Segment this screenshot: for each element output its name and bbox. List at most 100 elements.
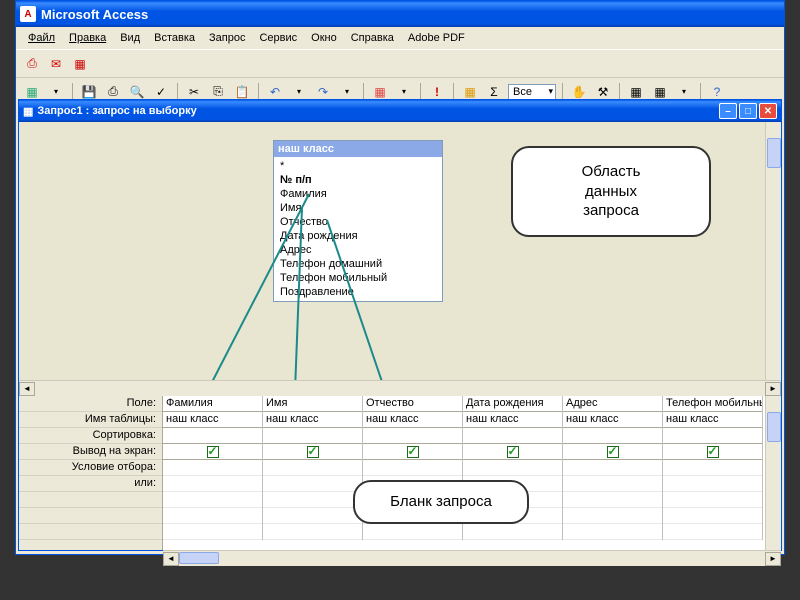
show-cell[interactable]: [163, 444, 262, 460]
table-cell[interactable]: наш класс: [663, 412, 762, 428]
scrollbar-track[interactable]: [35, 382, 765, 396]
or-cell[interactable]: [563, 476, 662, 492]
checkbox-icon[interactable]: [407, 446, 419, 458]
criteria-cell[interactable]: [463, 460, 562, 476]
top-values-combo[interactable]: Все: [508, 84, 556, 100]
menu-insert[interactable]: Вставка: [148, 30, 201, 46]
field-item[interactable]: Телефон домашний: [274, 257, 442, 271]
field-cell[interactable]: Имя: [263, 396, 362, 412]
field-cell[interactable]: Телефон мобильны: [663, 396, 762, 412]
criteria-cell[interactable]: [363, 460, 462, 476]
pdf-icon-3[interactable]: ▦: [70, 54, 90, 74]
checkbox-icon[interactable]: [607, 446, 619, 458]
empty-cell[interactable]: [663, 524, 762, 540]
grid-column[interactable]: Имянаш класс: [263, 396, 363, 540]
empty-cell[interactable]: [263, 508, 362, 524]
show-cell[interactable]: [463, 444, 562, 460]
checkbox-icon[interactable]: [507, 446, 519, 458]
empty-cell[interactable]: [563, 508, 662, 524]
pdf-icon[interactable]: ⎙: [22, 54, 42, 74]
or-cell[interactable]: [663, 476, 762, 492]
table-cell[interactable]: наш класс: [263, 412, 362, 428]
field-item[interactable]: *: [274, 159, 442, 173]
scroll-left-icon[interactable]: ◄: [19, 382, 35, 396]
field-cell[interactable]: Отчество: [363, 396, 462, 412]
menu-tools[interactable]: Сервис: [253, 30, 303, 46]
table-cell[interactable]: наш класс: [463, 412, 562, 428]
lower-horizontal-scrollbar[interactable]: ◄ ►: [163, 550, 781, 566]
empty-cell[interactable]: [163, 508, 262, 524]
menu-query[interactable]: Запрос: [203, 30, 251, 46]
vertical-scrollbar[interactable]: [765, 122, 781, 380]
separator: [363, 83, 364, 101]
menu-adobe[interactable]: Adobe PDF: [402, 30, 471, 46]
scrollbar-thumb[interactable]: [179, 552, 219, 564]
menu-file[interactable]: Файл: [22, 30, 61, 46]
field-item[interactable]: Отчество: [274, 215, 442, 229]
criteria-cell[interactable]: [663, 460, 762, 476]
empty-cell[interactable]: [463, 524, 562, 540]
show-cell[interactable]: [563, 444, 662, 460]
field-item[interactable]: Фамилия: [274, 187, 442, 201]
empty-cell[interactable]: [663, 508, 762, 524]
show-cell[interactable]: [663, 444, 762, 460]
menu-view[interactable]: Вид: [114, 30, 146, 46]
grid-column[interactable]: Телефон мобильнынаш класс: [663, 396, 763, 540]
field-item[interactable]: № п/п: [274, 173, 442, 187]
sort-cell[interactable]: [463, 428, 562, 444]
table-cell[interactable]: наш класс: [563, 412, 662, 428]
field-cell[interactable]: Фамилия: [163, 396, 262, 412]
close-button[interactable]: ✕: [759, 103, 777, 119]
menu-window[interactable]: Окно: [305, 30, 343, 46]
or-cell[interactable]: [263, 476, 362, 492]
menu-edit[interactable]: Правка: [63, 30, 112, 46]
sort-cell[interactable]: [563, 428, 662, 444]
scroll-left-icon[interactable]: ◄: [163, 552, 179, 566]
sort-cell[interactable]: [263, 428, 362, 444]
criteria-cell[interactable]: [563, 460, 662, 476]
empty-cell[interactable]: [163, 492, 262, 508]
show-cell[interactable]: [263, 444, 362, 460]
empty-cell[interactable]: [263, 492, 362, 508]
grid-column[interactable]: Фамилиянаш класс: [163, 396, 263, 540]
scrollbar-thumb[interactable]: [767, 412, 781, 442]
criteria-cell[interactable]: [163, 460, 262, 476]
scrollbar-thumb[interactable]: [767, 138, 781, 168]
field-item[interactable]: Поздравление: [274, 285, 442, 299]
field-item[interactable]: Адрес: [274, 243, 442, 257]
scroll-right-icon[interactable]: ►: [765, 382, 781, 396]
table-cell[interactable]: наш класс: [363, 412, 462, 428]
scrollbar-track[interactable]: [179, 552, 765, 566]
sort-cell[interactable]: [363, 428, 462, 444]
field-item[interactable]: Телефон мобильный: [274, 271, 442, 285]
empty-cell[interactable]: [263, 524, 362, 540]
show-cell[interactable]: [363, 444, 462, 460]
minimize-button[interactable]: –: [719, 103, 737, 119]
criteria-cell[interactable]: [263, 460, 362, 476]
field-cell[interactable]: Адрес: [563, 396, 662, 412]
empty-cell[interactable]: [663, 492, 762, 508]
checkbox-icon[interactable]: [207, 446, 219, 458]
table-field-list[interactable]: наш класс * № п/п Фамилия Имя Отчество Д…: [273, 140, 443, 302]
grid-column[interactable]: Адреснаш класс: [563, 396, 663, 540]
empty-cell[interactable]: [563, 492, 662, 508]
pdf-icon-2[interactable]: ✉: [46, 54, 66, 74]
upper-horizontal-scrollbar[interactable]: ◄ ►: [19, 380, 781, 396]
checkbox-icon[interactable]: [307, 446, 319, 458]
empty-cell[interactable]: [563, 524, 662, 540]
field-cell[interactable]: Дата рождения: [463, 396, 562, 412]
field-item[interactable]: Дата рождения: [274, 229, 442, 243]
table-cell[interactable]: наш класс: [163, 412, 262, 428]
field-item[interactable]: Имя: [274, 201, 442, 215]
sort-cell[interactable]: [663, 428, 762, 444]
grid-vertical-scrollbar[interactable]: [765, 396, 781, 550]
scroll-right-icon[interactable]: ►: [765, 552, 781, 566]
empty-cell[interactable]: [163, 524, 262, 540]
checkbox-icon[interactable]: [707, 446, 719, 458]
menu-help[interactable]: Справка: [345, 30, 400, 46]
maximize-button[interactable]: □: [739, 103, 757, 119]
data-area[interactable]: наш класс * № п/п Фамилия Имя Отчество Д…: [19, 122, 781, 380]
or-cell[interactable]: [163, 476, 262, 492]
empty-cell[interactable]: [363, 524, 462, 540]
sort-cell[interactable]: [163, 428, 262, 444]
